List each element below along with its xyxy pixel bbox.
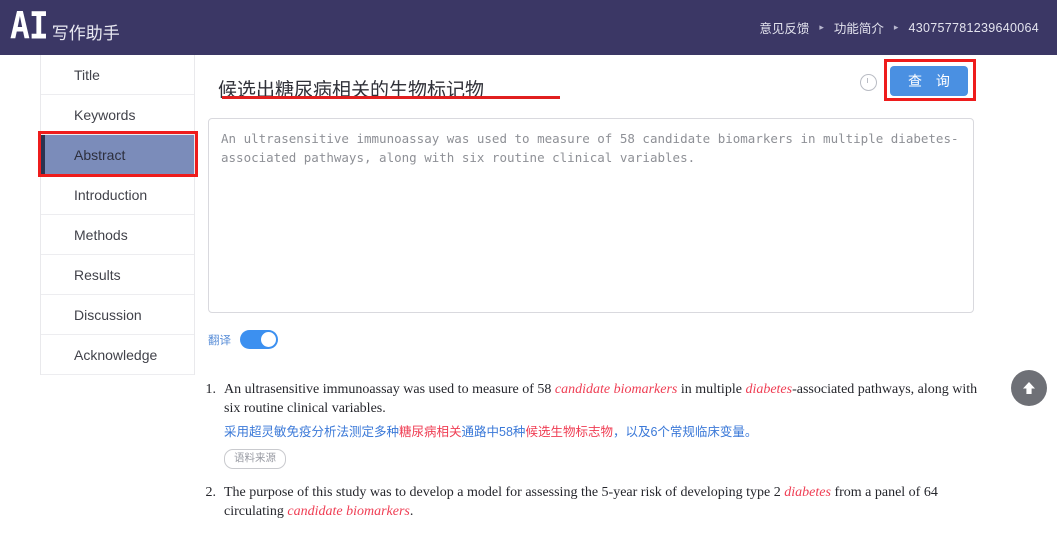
sidebar-item-keywords[interactable]: Keywords [41, 95, 194, 135]
result-number: 2. [200, 483, 224, 521]
highlight-segment: diabetes [745, 382, 792, 397]
text-segment: 采用超灵敏免疫分析法测定多种 [224, 425, 399, 439]
app-logo: AI 写作助手 [0, 11, 120, 45]
sidebar-item-label: Introduction [74, 187, 147, 203]
header-nav: 意见反馈 ▸ 功能简介 ▸ 430757781239640064 [759, 18, 1057, 37]
back-to-top-button[interactable] [1011, 370, 1047, 406]
results-list: 1. An ultrasensitive immunoassay was use… [200, 380, 990, 535]
sidebar-item-introduction[interactable]: Introduction [41, 175, 194, 215]
annotation-underline-title [222, 96, 560, 99]
sidebar-item-label: Results [74, 267, 121, 283]
result-body: An ultrasensitive immunoassay was used t… [224, 380, 990, 469]
logo-text: 写作助手 [52, 24, 120, 44]
query-button[interactable]: 查 询 [890, 66, 968, 96]
text-segment: An ultrasensitive immunoassay was used t… [224, 382, 555, 397]
app-header: AI 写作助手 意见反馈 ▸ 功能简介 ▸ 430757781239640064 [0, 0, 1057, 55]
nav-item-feedback[interactable]: 意见反馈 [759, 18, 809, 37]
result-body: The purpose of this study was to develop… [224, 483, 990, 521]
result-number: 1. [200, 380, 224, 469]
highlight-segment: candidate biomarkers [555, 382, 677, 397]
corpus-source-badge[interactable]: 语料来源 [224, 449, 286, 469]
text-segment: . [410, 504, 414, 519]
translate-toggle[interactable] [240, 330, 278, 349]
translate-label: 翻译 [208, 332, 231, 348]
main-content: 查 询 翻译 1. An ultrasensitive immunoassay … [196, 55, 1057, 530]
logo-mark-icon: AI [10, 6, 48, 44]
highlight-segment: candidate biomarkers [287, 504, 409, 519]
text-segment: 通路中58种 [462, 425, 526, 439]
user-id-label[interactable]: 430757781239640064 [908, 21, 1039, 35]
highlight-segment: diabetes [784, 485, 831, 500]
toggle-knob [261, 332, 276, 347]
highlight-segment: 糖尿病相关 [399, 425, 462, 439]
chevron-right-icon-1: ▸ [819, 22, 824, 33]
chevron-right-icon-2: ▸ [894, 22, 899, 33]
sidebar-item-label: Discussion [74, 307, 142, 323]
source-text-editor[interactable] [208, 118, 974, 313]
sidebar-item-acknowledge[interactable]: Acknowledge [41, 335, 194, 375]
list-item: 1. An ultrasensitive immunoassay was use… [200, 380, 990, 469]
sidebar-item-discussion[interactable]: Discussion [41, 295, 194, 335]
sidebar-item-title[interactable]: Title [41, 55, 194, 95]
list-item: 2. The purpose of this study was to deve… [200, 483, 990, 521]
sidebar-item-label: Abstract [74, 147, 125, 163]
highlight-segment: 候选生物标志物 [525, 425, 613, 439]
translate-toggle-row: 翻译 [208, 330, 278, 349]
history-clock-icon[interactable] [860, 74, 877, 91]
sidebar-item-label: Title [74, 67, 100, 83]
text-segment: The purpose of this study was to develop… [224, 485, 784, 500]
result-english-text: The purpose of this study was to develop… [224, 483, 990, 521]
section-sidebar: Title Keywords Abstract Introduction Met… [40, 55, 195, 375]
sidebar-item-abstract[interactable]: Abstract [41, 135, 194, 175]
nav-item-features[interactable]: 功能简介 [834, 18, 884, 37]
text-segment: ，以及6个常规临床变量。 [613, 425, 757, 439]
sidebar-item-label: Keywords [74, 107, 135, 123]
sidebar-item-methods[interactable]: Methods [41, 215, 194, 255]
sidebar-item-results[interactable]: Results [41, 255, 194, 295]
sidebar-item-label: Methods [74, 227, 128, 243]
sidebar-item-label: Acknowledge [74, 347, 157, 363]
arrow-up-icon [1020, 379, 1038, 397]
result-english-text: An ultrasensitive immunoassay was used t… [224, 380, 990, 418]
result-chinese-translation: 采用超灵敏免疫分析法测定多种糖尿病相关通路中58种候选生物标志物，以及6个常规临… [224, 423, 990, 442]
text-segment: in multiple [677, 382, 745, 397]
